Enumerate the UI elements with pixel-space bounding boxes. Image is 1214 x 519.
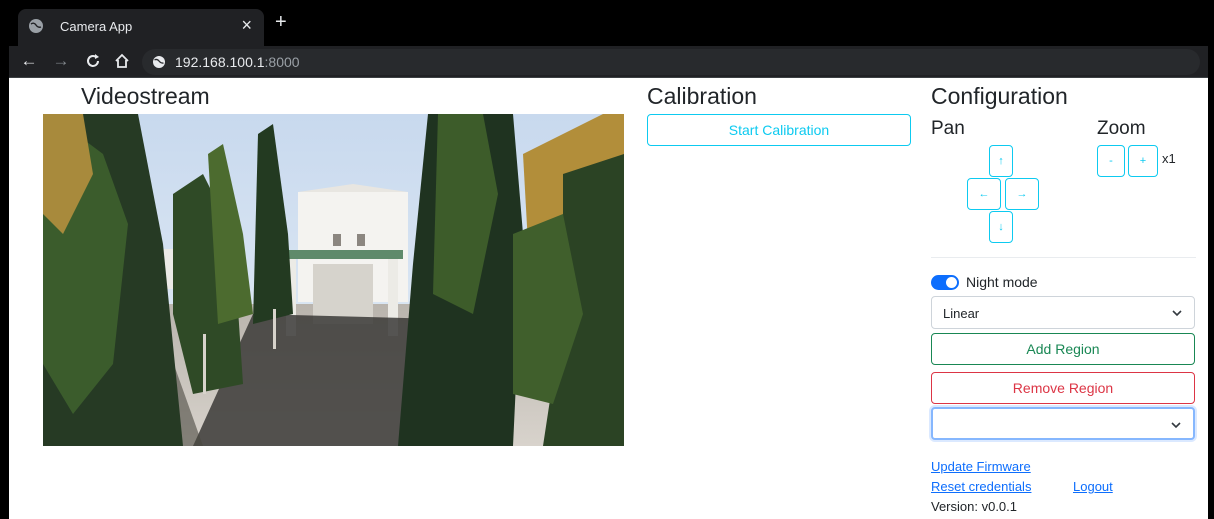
zoom-title: Zoom xyxy=(1097,118,1146,139)
videostream-title: Videostream xyxy=(81,83,210,109)
home-icon[interactable] xyxy=(113,52,131,70)
mode-select-value: Linear xyxy=(943,306,980,321)
video-stream xyxy=(43,114,624,446)
globe-icon xyxy=(29,19,43,33)
site-info-icon[interactable] xyxy=(152,55,166,69)
divider xyxy=(931,257,1196,258)
add-region-button[interactable]: Add Region xyxy=(931,333,1195,365)
start-calibration-button[interactable]: Start Calibration xyxy=(647,114,911,146)
browser-tab-bar: Camera App × + xyxy=(9,0,1208,46)
mode-select[interactable]: Linear xyxy=(931,296,1195,329)
pan-right-button[interactable]: → xyxy=(1005,178,1039,210)
tab-title: Camera App xyxy=(60,19,133,34)
region-select[interactable] xyxy=(931,407,1195,440)
chevron-down-icon xyxy=(1171,422,1181,429)
window-frame-left xyxy=(0,0,9,519)
chevron-down-icon xyxy=(1172,310,1182,317)
pan-left-button[interactable]: ← xyxy=(967,178,1001,210)
back-icon[interactable]: ← xyxy=(19,51,39,71)
url-host: 192.168.100.1 xyxy=(175,54,265,70)
address-bar[interactable]: 192.168.100.1:8000 xyxy=(142,49,1200,75)
pan-title: Pan xyxy=(931,118,965,139)
url-text: 192.168.100.1:8000 xyxy=(175,54,300,70)
reload-icon[interactable] xyxy=(84,52,102,70)
night-mode-toggle[interactable] xyxy=(931,275,959,290)
new-tab-icon[interactable]: + xyxy=(275,12,287,32)
pan-up-button[interactable]: ↑ xyxy=(989,145,1013,177)
tab-close-icon[interactable]: × xyxy=(241,15,252,36)
window-frame-right xyxy=(1208,0,1214,519)
browser-tab[interactable]: Camera App × xyxy=(18,9,264,46)
remove-region-button[interactable]: Remove Region xyxy=(931,372,1195,404)
configuration-title: Configuration xyxy=(931,83,1068,109)
calibration-title: Calibration xyxy=(647,83,757,109)
pan-down-button[interactable]: ↓ xyxy=(989,211,1013,243)
update-firmware-link[interactable]: Update Firmware xyxy=(931,459,1031,474)
forward-icon[interactable]: → xyxy=(51,51,71,71)
night-mode-label: Night mode xyxy=(966,274,1038,290)
logout-link[interactable]: Logout xyxy=(1073,479,1113,494)
url-port: :8000 xyxy=(264,54,300,70)
browser-toolbar: ← → 192.168.100.1:8000 xyxy=(9,46,1208,78)
zoom-in-button[interactable]: + xyxy=(1128,145,1158,177)
version-label: Version: v0.0.1 xyxy=(931,499,1017,514)
reset-credentials-link[interactable]: Reset credentials xyxy=(931,479,1031,494)
zoom-level: x1 xyxy=(1162,151,1176,166)
zoom-out-button[interactable]: - xyxy=(1097,145,1125,177)
